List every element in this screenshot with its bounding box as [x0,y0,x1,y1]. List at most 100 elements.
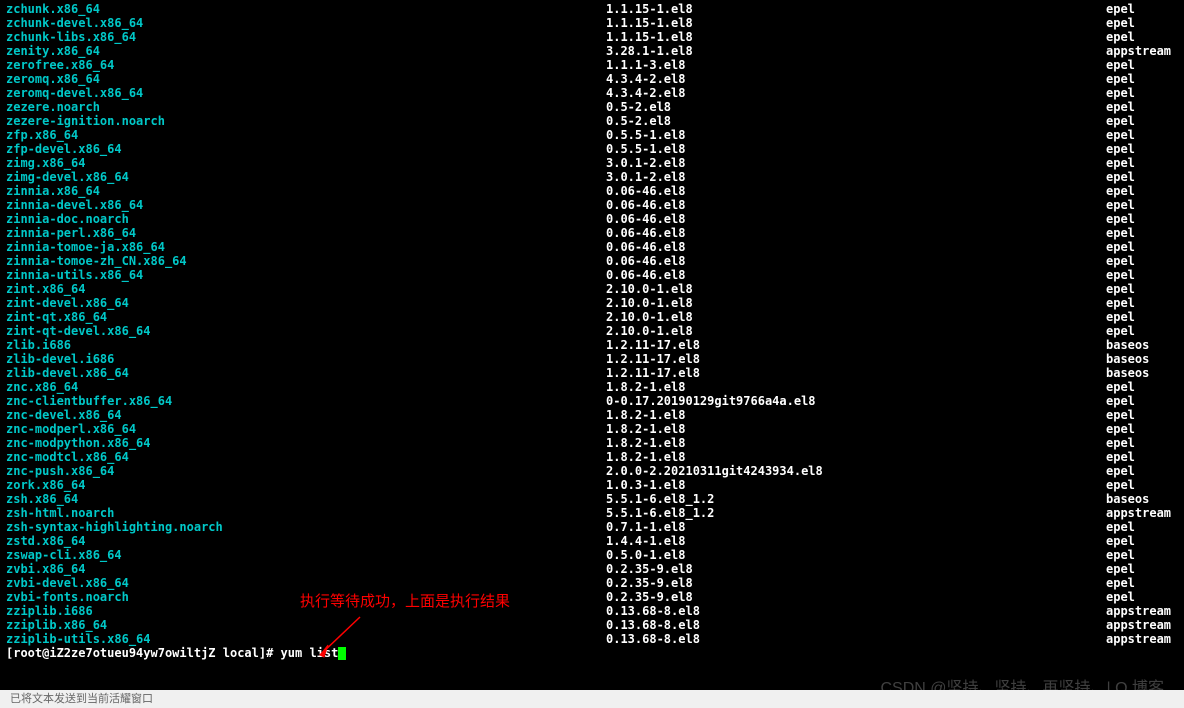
package-row: zfp.x86_640.5.5-1.el8epel [6,128,1178,142]
package-version: 1.2.11-17.el8 [606,352,1106,366]
package-repo: epel [1106,2,1178,16]
package-repo: epel [1106,282,1178,296]
package-version: 0.5-2.el8 [606,114,1106,128]
package-row: zimg-devel.x86_643.0.1-2.el8epel [6,170,1178,184]
package-row: zint.x86_642.10.0-1.el8epel [6,282,1178,296]
package-row: znc-modtcl.x86_641.8.2-1.el8epel [6,450,1178,464]
package-name: zeromq-devel.x86_64 [6,86,606,100]
package-name: zork.x86_64 [6,478,606,492]
package-version: 0.13.68-8.el8 [606,632,1106,646]
package-repo: epel [1106,226,1178,240]
package-repo: appstream [1106,44,1178,58]
package-version: 1.1.15-1.el8 [606,2,1106,16]
package-name: zziplib.x86_64 [6,618,606,632]
package-version: 0-0.17.20190129git9766a4a.el8 [606,394,1106,408]
package-repo: epel [1106,184,1178,198]
package-repo: epel [1106,394,1178,408]
package-name: zsh-html.noarch [6,506,606,520]
package-name: zlib-devel.x86_64 [6,366,606,380]
package-name: zinnia-devel.x86_64 [6,198,606,212]
package-version: 1.2.11-17.el8 [606,366,1106,380]
package-repo: epel [1106,170,1178,184]
package-repo: epel [1106,268,1178,282]
package-version: 3.28.1-1.el8 [606,44,1106,58]
package-name: znc-devel.x86_64 [6,408,606,422]
annotation-text: 执行等待成功，上面是执行结果 [300,595,510,609]
package-version: 1.8.2-1.el8 [606,436,1106,450]
package-row: zswap-cli.x86_640.5.0-1.el8epel [6,548,1178,562]
package-version: 0.5.0-1.el8 [606,548,1106,562]
package-version: 5.5.1-6.el8_1.2 [606,506,1106,520]
package-version: 1.2.11-17.el8 [606,338,1106,352]
package-name: zlib-devel.i686 [6,352,606,366]
package-row: zinnia-tomoe-ja.x86_640.06-46.el8epel [6,240,1178,254]
package-row: zint-devel.x86_642.10.0-1.el8epel [6,296,1178,310]
package-name: zchunk.x86_64 [6,2,606,16]
package-row: zchunk-libs.x86_641.1.15-1.el8epel [6,30,1178,44]
package-version: 1.8.2-1.el8 [606,380,1106,394]
package-name: zezere.noarch [6,100,606,114]
package-repo: epel [1106,450,1178,464]
terminal-output[interactable]: zchunk.x86_641.1.15-1.el8epelzchunk-deve… [0,0,1184,662]
package-name: zswap-cli.x86_64 [6,548,606,562]
package-repo: epel [1106,548,1178,562]
package-version: 3.0.1-2.el8 [606,156,1106,170]
package-repo: epel [1106,562,1178,576]
package-row: zsh-syntax-highlighting.noarch0.7.1-1.el… [6,520,1178,534]
package-name: znc-modperl.x86_64 [6,422,606,436]
package-name: zerofree.x86_64 [6,58,606,72]
package-name: zchunk-devel.x86_64 [6,16,606,30]
package-version: 1.1.15-1.el8 [606,30,1106,44]
package-repo: epel [1106,324,1178,338]
package-row: zstd.x86_641.4.4-1.el8epel [6,534,1178,548]
package-name: zsh.x86_64 [6,492,606,506]
package-version: 1.0.3-1.el8 [606,478,1106,492]
package-version: 0.06-46.el8 [606,198,1106,212]
package-row: zint-qt-devel.x86_642.10.0-1.el8epel [6,324,1178,338]
package-row: zvbi-devel.x86_640.2.35-9.el8epel [6,576,1178,590]
package-repo: epel [1106,212,1178,226]
package-row: zvbi-fonts.noarch0.2.35-9.el8epel [6,590,1178,604]
package-version: 0.06-46.el8 [606,226,1106,240]
package-repo: epel [1106,576,1178,590]
shell-prompt-line[interactable]: [root@iZ2ze7otueu94yw7owiltjZ local]# yu… [6,646,1178,660]
package-version: 1.8.2-1.el8 [606,422,1106,436]
package-row: zziplib.i6860.13.68-8.el8appstream [6,604,1178,618]
package-repo: epel [1106,156,1178,170]
package-repo: appstream [1106,506,1178,520]
package-row: zchunk-devel.x86_641.1.15-1.el8epel [6,16,1178,30]
package-repo: baseos [1106,492,1178,506]
package-name: znc-push.x86_64 [6,464,606,478]
package-version: 2.10.0-1.el8 [606,310,1106,324]
package-version: 2.0.0-2.20210311git4243934.el8 [606,464,1106,478]
package-version: 4.3.4-2.el8 [606,86,1106,100]
package-version: 0.06-46.el8 [606,240,1106,254]
package-name: zfp-devel.x86_64 [6,142,606,156]
package-row: zinnia-doc.noarch0.06-46.el8epel [6,212,1178,226]
package-version: 0.2.35-9.el8 [606,562,1106,576]
package-repo: epel [1106,30,1178,44]
package-name: zint.x86_64 [6,282,606,296]
package-name: zinnia.x86_64 [6,184,606,198]
package-name: zezere-ignition.noarch [6,114,606,128]
package-row: zlib-devel.x86_641.2.11-17.el8baseos [6,366,1178,380]
package-version: 2.10.0-1.el8 [606,324,1106,338]
package-name: zfp.x86_64 [6,128,606,142]
package-row: znc.x86_641.8.2-1.el8epel [6,380,1178,394]
package-version: 0.06-46.el8 [606,212,1106,226]
package-version: 5.5.1-6.el8_1.2 [606,492,1106,506]
package-version: 1.1.1-3.el8 [606,58,1106,72]
package-version: 0.2.35-9.el8 [606,590,1106,604]
package-repo: epel [1106,72,1178,86]
package-repo: baseos [1106,366,1178,380]
package-name: zinnia-tomoe-ja.x86_64 [6,240,606,254]
package-row: zezere.noarch0.5-2.el8epel [6,100,1178,114]
package-name: zint-devel.x86_64 [6,296,606,310]
package-version: 0.13.68-8.el8 [606,618,1106,632]
package-repo: epel [1106,310,1178,324]
package-version: 0.06-46.el8 [606,184,1106,198]
package-name: zziplib-utils.x86_64 [6,632,606,646]
package-repo: epel [1106,58,1178,72]
package-repo: epel [1106,380,1178,394]
package-row: znc-modpython.x86_641.8.2-1.el8epel [6,436,1178,450]
